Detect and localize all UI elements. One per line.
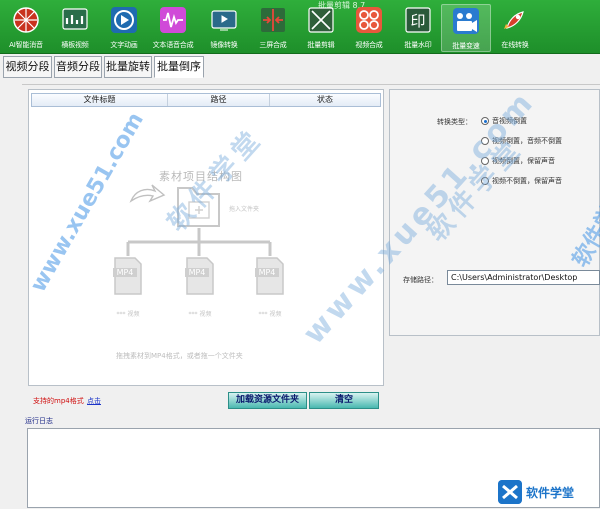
option-reverse-video-keep-audio[interactable]: 视频倒置，保留声音 <box>481 156 555 166</box>
tool-label: 批量剪辑 <box>307 41 335 49</box>
tool-label: AI智能消音 <box>9 41 43 49</box>
radio-button[interactable] <box>481 177 489 185</box>
tool-batch-edit[interactable]: 批量剪辑 <box>296 4 346 52</box>
tool-label: 批量水印 <box>404 41 432 49</box>
stamp-icon: 印 <box>405 7 431 33</box>
file-caption: *** 视频 <box>259 310 282 318</box>
split-arrows-icon <box>261 8 285 32</box>
log-label: 运行日志 <box>25 417 53 425</box>
tab-video-segment[interactable]: 视频分段 <box>3 56 52 78</box>
save-path-input[interactable]: C:\Users\Administrator\Desktop <box>447 270 600 285</box>
radio-button[interactable] <box>481 137 489 145</box>
tool-video-merge[interactable]: 视频合成 <box>344 4 394 52</box>
help-link[interactable]: 点击 <box>87 396 101 406</box>
radio-button[interactable] <box>481 117 489 125</box>
tool-label: 横板视频 <box>61 41 89 49</box>
grid-icon <box>356 7 382 33</box>
tool-label: 文字动画 <box>110 41 138 49</box>
file-caption: *** 视频 <box>117 310 140 318</box>
tool-text-animation[interactable]: 文字动画 <box>99 4 149 52</box>
tv-icon <box>211 10 237 31</box>
file-tag-label: MP4 <box>117 268 134 277</box>
project-structure-diagram: MP4 MP4 MP4 *** 视频 *** 视频 *** 视频 拖入文件夹 <box>113 184 284 318</box>
option-label: 视频倒置，保留声音 <box>492 157 555 165</box>
file-caption: *** 视频 <box>189 310 212 318</box>
option-reverse-both[interactable]: 音视频倒置 <box>481 116 527 126</box>
load-folder-button[interactable]: 加载资源文件夹 <box>228 392 307 409</box>
waveform-icon <box>160 7 186 33</box>
svg-text:印: 印 <box>410 12 425 30</box>
tool-horizontal-video[interactable]: 横板视频 <box>50 4 100 52</box>
brand-logo-icon <box>498 480 522 504</box>
clear-button[interactable]: 清空 <box>309 392 379 409</box>
tool-label: 镜像转换 <box>210 41 238 49</box>
tool-label: 批量变速 <box>452 42 480 50</box>
option-reverse-video-only[interactable]: 视频倒置，音频不倒置 <box>481 136 562 146</box>
tool-three-screen[interactable]: 三屏合成 <box>248 4 298 52</box>
video-circle-icon <box>111 7 137 33</box>
folder-icon <box>177 187 220 227</box>
tree-connector <box>126 228 272 256</box>
rocket-icon <box>504 11 524 29</box>
tool-batch-watermark[interactable]: 印 批量水印 <box>393 4 443 52</box>
tool-label: 视频合成 <box>355 41 383 49</box>
file-tag-label: MP4 <box>189 268 206 277</box>
brand-watermark: 软件学堂 <box>498 480 574 504</box>
tool-mirror[interactable]: 镜像转换 <box>199 4 249 52</box>
tool-label: 在线转换 <box>501 41 529 49</box>
save-path-label: 存储路径： <box>403 276 438 284</box>
option-no-reverse-keep-audio[interactable]: 视频不倒置，保留声音 <box>481 176 562 186</box>
tool-ai-denoise[interactable]: AI智能消音 <box>1 4 51 52</box>
placeholder-hint: 拖拽素材到MP4格式，或者拖一个文件夹 <box>116 352 243 360</box>
tab-batch-reverse[interactable]: 批量倒序 <box>154 56 204 78</box>
tab-batch-rotate[interactable]: 批量旋转 <box>104 56 152 78</box>
film-icon <box>453 8 479 34</box>
settings-panel <box>389 89 600 336</box>
column-path[interactable]: 路径 <box>168 94 270 106</box>
tool-label: 文本语音合成 <box>152 41 194 49</box>
basketball-icon <box>13 7 39 33</box>
file-list-header: 文件标题 路径 状态 <box>31 93 381 107</box>
drop-folder-label: 拖入文件夹 <box>229 205 259 213</box>
crop-icon <box>308 7 334 33</box>
column-status[interactable]: 状态 <box>270 94 380 106</box>
chart-icon <box>62 8 88 30</box>
tool-online-convert[interactable]: 在线转换 <box>490 4 540 52</box>
tab-audio-segment[interactable]: 音频分段 <box>54 56 102 78</box>
radio-button[interactable] <box>481 157 489 165</box>
supported-format-note: 支持的mp4格式 <box>33 397 84 405</box>
option-label: 视频不倒置，保留声音 <box>492 177 562 185</box>
placeholder-title: 素材项目结构图 <box>159 170 243 183</box>
file-list-panel[interactable]: 文件标题 路径 状态 MP4 MP4 MP4 *** 视频 *** 视频 ***… <box>28 89 384 386</box>
tool-batch-speed[interactable]: 批量变速 <box>441 4 491 52</box>
file-list-body[interactable]: MP4 MP4 MP4 *** 视频 *** 视频 *** 视频 拖入文件夹 素… <box>31 108 381 383</box>
tool-label: 三屏合成 <box>259 41 287 49</box>
brand-text: 软件学堂 <box>526 485 575 500</box>
column-file-title[interactable]: 文件标题 <box>32 94 168 106</box>
conversion-type-label: 转换类型： <box>437 118 472 126</box>
file-tag-label: MP4 <box>259 268 276 277</box>
main-toolbar: 批量剪辑 8.7 AI智能消音 横板视频 文字动画 文本语音合成 镜像转换 三屏… <box>0 0 600 54</box>
option-label: 视频倒置，音频不倒置 <box>492 137 562 145</box>
drop-arrow-icon <box>129 184 166 203</box>
option-label: 音视频倒置 <box>492 117 527 125</box>
tool-tts[interactable]: 文本语音合成 <box>148 4 198 52</box>
